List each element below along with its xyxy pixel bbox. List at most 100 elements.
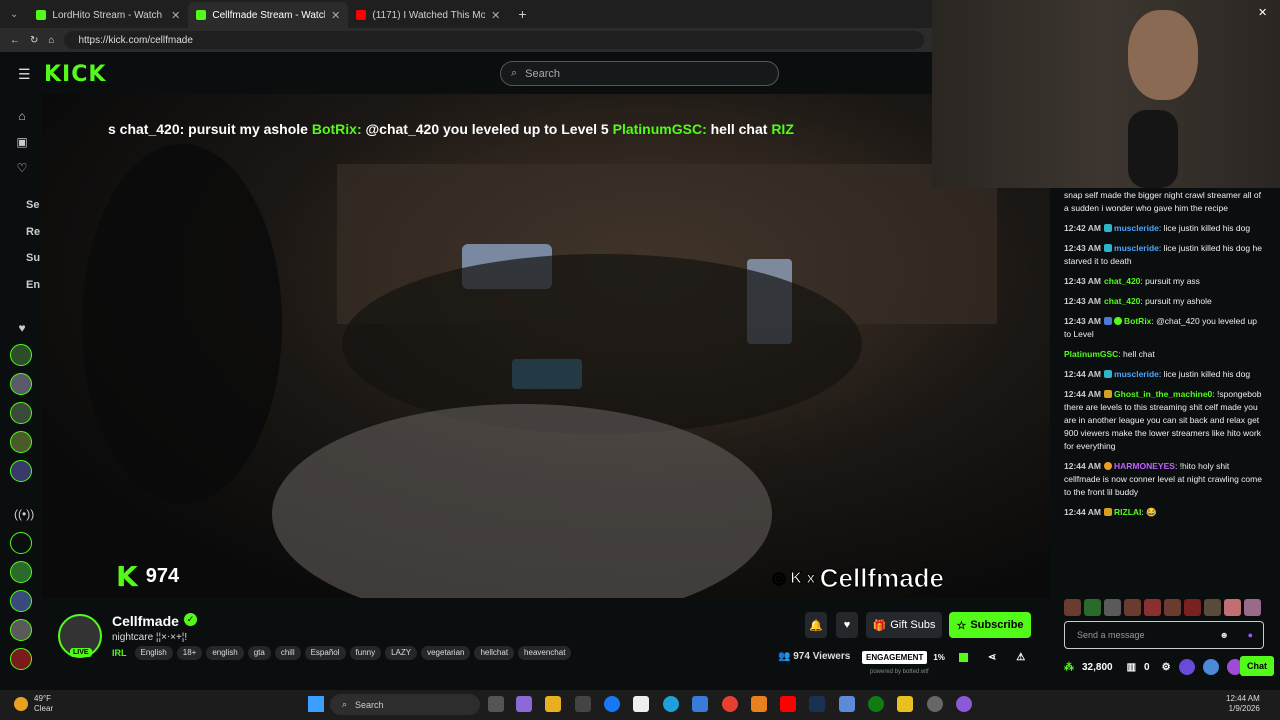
file-explorer-icon[interactable] xyxy=(545,696,561,712)
browse-icon[interactable]: ▣ xyxy=(14,134,30,150)
tag[interactable]: hellchat xyxy=(474,646,515,660)
avatar[interactable] xyxy=(10,460,32,482)
message-user[interactable]: muscleride xyxy=(1114,369,1159,379)
rail-label[interactable]: Su xyxy=(26,252,40,264)
emote-icon[interactable] xyxy=(1104,599,1121,616)
youtube-icon[interactable] xyxy=(780,696,796,712)
calculator-icon[interactable] xyxy=(692,696,708,712)
heart-icon[interactable]: ♡ xyxy=(14,160,30,176)
extension-icon[interactable] xyxy=(1202,659,1219,675)
close-icon[interactable]: ✕ xyxy=(171,9,180,22)
xbox-icon[interactable] xyxy=(868,696,884,712)
emote-icon[interactable] xyxy=(1204,599,1221,616)
chat-send-button[interactable]: Chat xyxy=(1240,656,1274,676)
channel-name[interactable]: Cellfmade xyxy=(112,613,179,629)
rail-label[interactable]: Re xyxy=(26,226,40,238)
tag[interactable]: 18+ xyxy=(176,646,203,660)
avatar[interactable] xyxy=(10,648,32,670)
tag[interactable]: chill xyxy=(274,646,301,660)
obs-icon[interactable] xyxy=(927,696,943,712)
channel-points[interactable]: 32,800 xyxy=(1082,662,1113,673)
message-user[interactable]: muscleride xyxy=(1114,243,1159,253)
report-icon[interactable]: ⚠ xyxy=(1016,652,1025,663)
settings-icon[interactable]: ⚙ xyxy=(1162,662,1171,673)
message-user[interactable]: BotRix xyxy=(1124,316,1151,326)
steam-icon[interactable] xyxy=(809,696,825,712)
tag[interactable]: LAZY xyxy=(385,646,418,660)
task-view-icon[interactable] xyxy=(488,696,504,712)
avatar[interactable] xyxy=(10,373,32,395)
weather-widget[interactable]: 49°F Clear xyxy=(34,694,53,714)
tag[interactable]: gta xyxy=(247,646,271,660)
emote-icon[interactable] xyxy=(1224,599,1241,616)
store-icon[interactable] xyxy=(575,696,591,712)
tag[interactable]: english xyxy=(206,646,244,660)
rail-label[interactable]: Se xyxy=(26,199,39,211)
emote-icon[interactable] xyxy=(1184,599,1201,616)
url-field[interactable]: https://kick.com/cellfmade xyxy=(64,31,924,49)
emote-icon[interactable] xyxy=(1084,599,1101,616)
emote-picker-icon[interactable]: ● xyxy=(1248,622,1253,648)
message-user[interactable]: muscleride xyxy=(1114,223,1159,233)
new-tab-icon[interactable]: + xyxy=(508,6,536,22)
start-icon[interactable] xyxy=(308,696,324,712)
avatar[interactable] xyxy=(10,431,32,453)
emote-icon[interactable] xyxy=(1144,599,1161,616)
message-user[interactable]: Ghost_in_the_machine0 xyxy=(1114,389,1212,399)
avatar[interactable] xyxy=(10,402,32,424)
reload-icon[interactable]: ↻ xyxy=(30,35,38,46)
chat-input[interactable]: Send a message ☻ ● xyxy=(1064,621,1264,649)
message-user[interactable]: HARMONEYES xyxy=(1114,461,1175,471)
copilot-icon[interactable] xyxy=(516,696,532,712)
system-clock[interactable]: 12:44 AM 1/9/2026 xyxy=(1226,694,1260,714)
avatar[interactable] xyxy=(10,532,32,554)
avatar[interactable] xyxy=(10,344,32,366)
close-icon[interactable]: ✕ xyxy=(491,9,500,22)
avatar[interactable] xyxy=(10,561,32,583)
emote-icon[interactable] xyxy=(1064,599,1081,616)
emote-icon[interactable] xyxy=(1244,599,1261,616)
tag[interactable]: Español xyxy=(304,646,346,660)
amazon-icon[interactable] xyxy=(633,696,649,712)
avatar[interactable] xyxy=(10,619,32,641)
close-icon[interactable]: ✕ xyxy=(1258,6,1267,19)
notification-bell-button[interactable]: 🔔 xyxy=(805,612,827,638)
follow-heart-button[interactable]: ♥ xyxy=(836,612,858,638)
back-icon[interactable]: ← xyxy=(10,35,20,46)
vlc-icon[interactable] xyxy=(751,696,767,712)
share-icon[interactable]: ⋖ xyxy=(988,652,996,663)
message-user[interactable]: chat_420 xyxy=(1104,296,1140,306)
rail-label[interactable]: En xyxy=(26,279,40,291)
gift-count[interactable]: 0 xyxy=(1144,662,1150,673)
tag[interactable]: heavenchat xyxy=(518,646,572,660)
menu-icon[interactable]: ☰ xyxy=(18,66,31,83)
gift-subs-button[interactable]: 🎁 Gift Subs xyxy=(866,612,942,638)
home-icon[interactable]: ⌂ xyxy=(14,108,30,124)
tab-lordhito[interactable]: LordHito Stream - Watch Live ✕ xyxy=(28,2,188,28)
message-user[interactable]: PlatinumGSC xyxy=(1064,349,1118,359)
search-input[interactable]: ⌕ Search xyxy=(500,61,779,86)
video-player[interactable] xyxy=(42,94,1050,598)
taskbar-search[interactable]: ⌕ Search xyxy=(330,694,480,715)
tag[interactable]: funny xyxy=(349,646,382,660)
app-icon[interactable] xyxy=(839,696,855,712)
close-icon[interactable]: ✕ xyxy=(331,9,340,22)
emoji-icon[interactable]: ☻ xyxy=(1220,622,1229,648)
tab-youtube[interactable]: (1171) I Watched This Movie... ✕ xyxy=(348,2,508,28)
notes-icon[interactable] xyxy=(897,696,913,712)
chrome-icon[interactable] xyxy=(722,696,738,712)
subscribe-button[interactable]: ☆ Subscribe xyxy=(949,612,1031,638)
tab-list-icon[interactable]: ⌄ xyxy=(0,9,28,20)
avatar[interactable] xyxy=(10,590,32,612)
app-icon[interactable] xyxy=(956,696,972,712)
category-link[interactable]: IRL xyxy=(112,646,127,660)
emote-icon[interactable] xyxy=(1164,599,1181,616)
message-user[interactable]: chat_420 xyxy=(1104,276,1140,286)
kick-logo[interactable]: KICK xyxy=(44,62,106,87)
home-icon[interactable]: ⌂ xyxy=(48,35,54,46)
tab-cellfmade[interactable]: Cellfmade Stream - Watch Live ✕ xyxy=(188,2,349,28)
tag[interactable]: English xyxy=(134,646,173,660)
edge-icon[interactable] xyxy=(663,696,679,712)
facebook-icon[interactable] xyxy=(604,696,620,712)
extension-icon[interactable] xyxy=(1178,659,1195,675)
